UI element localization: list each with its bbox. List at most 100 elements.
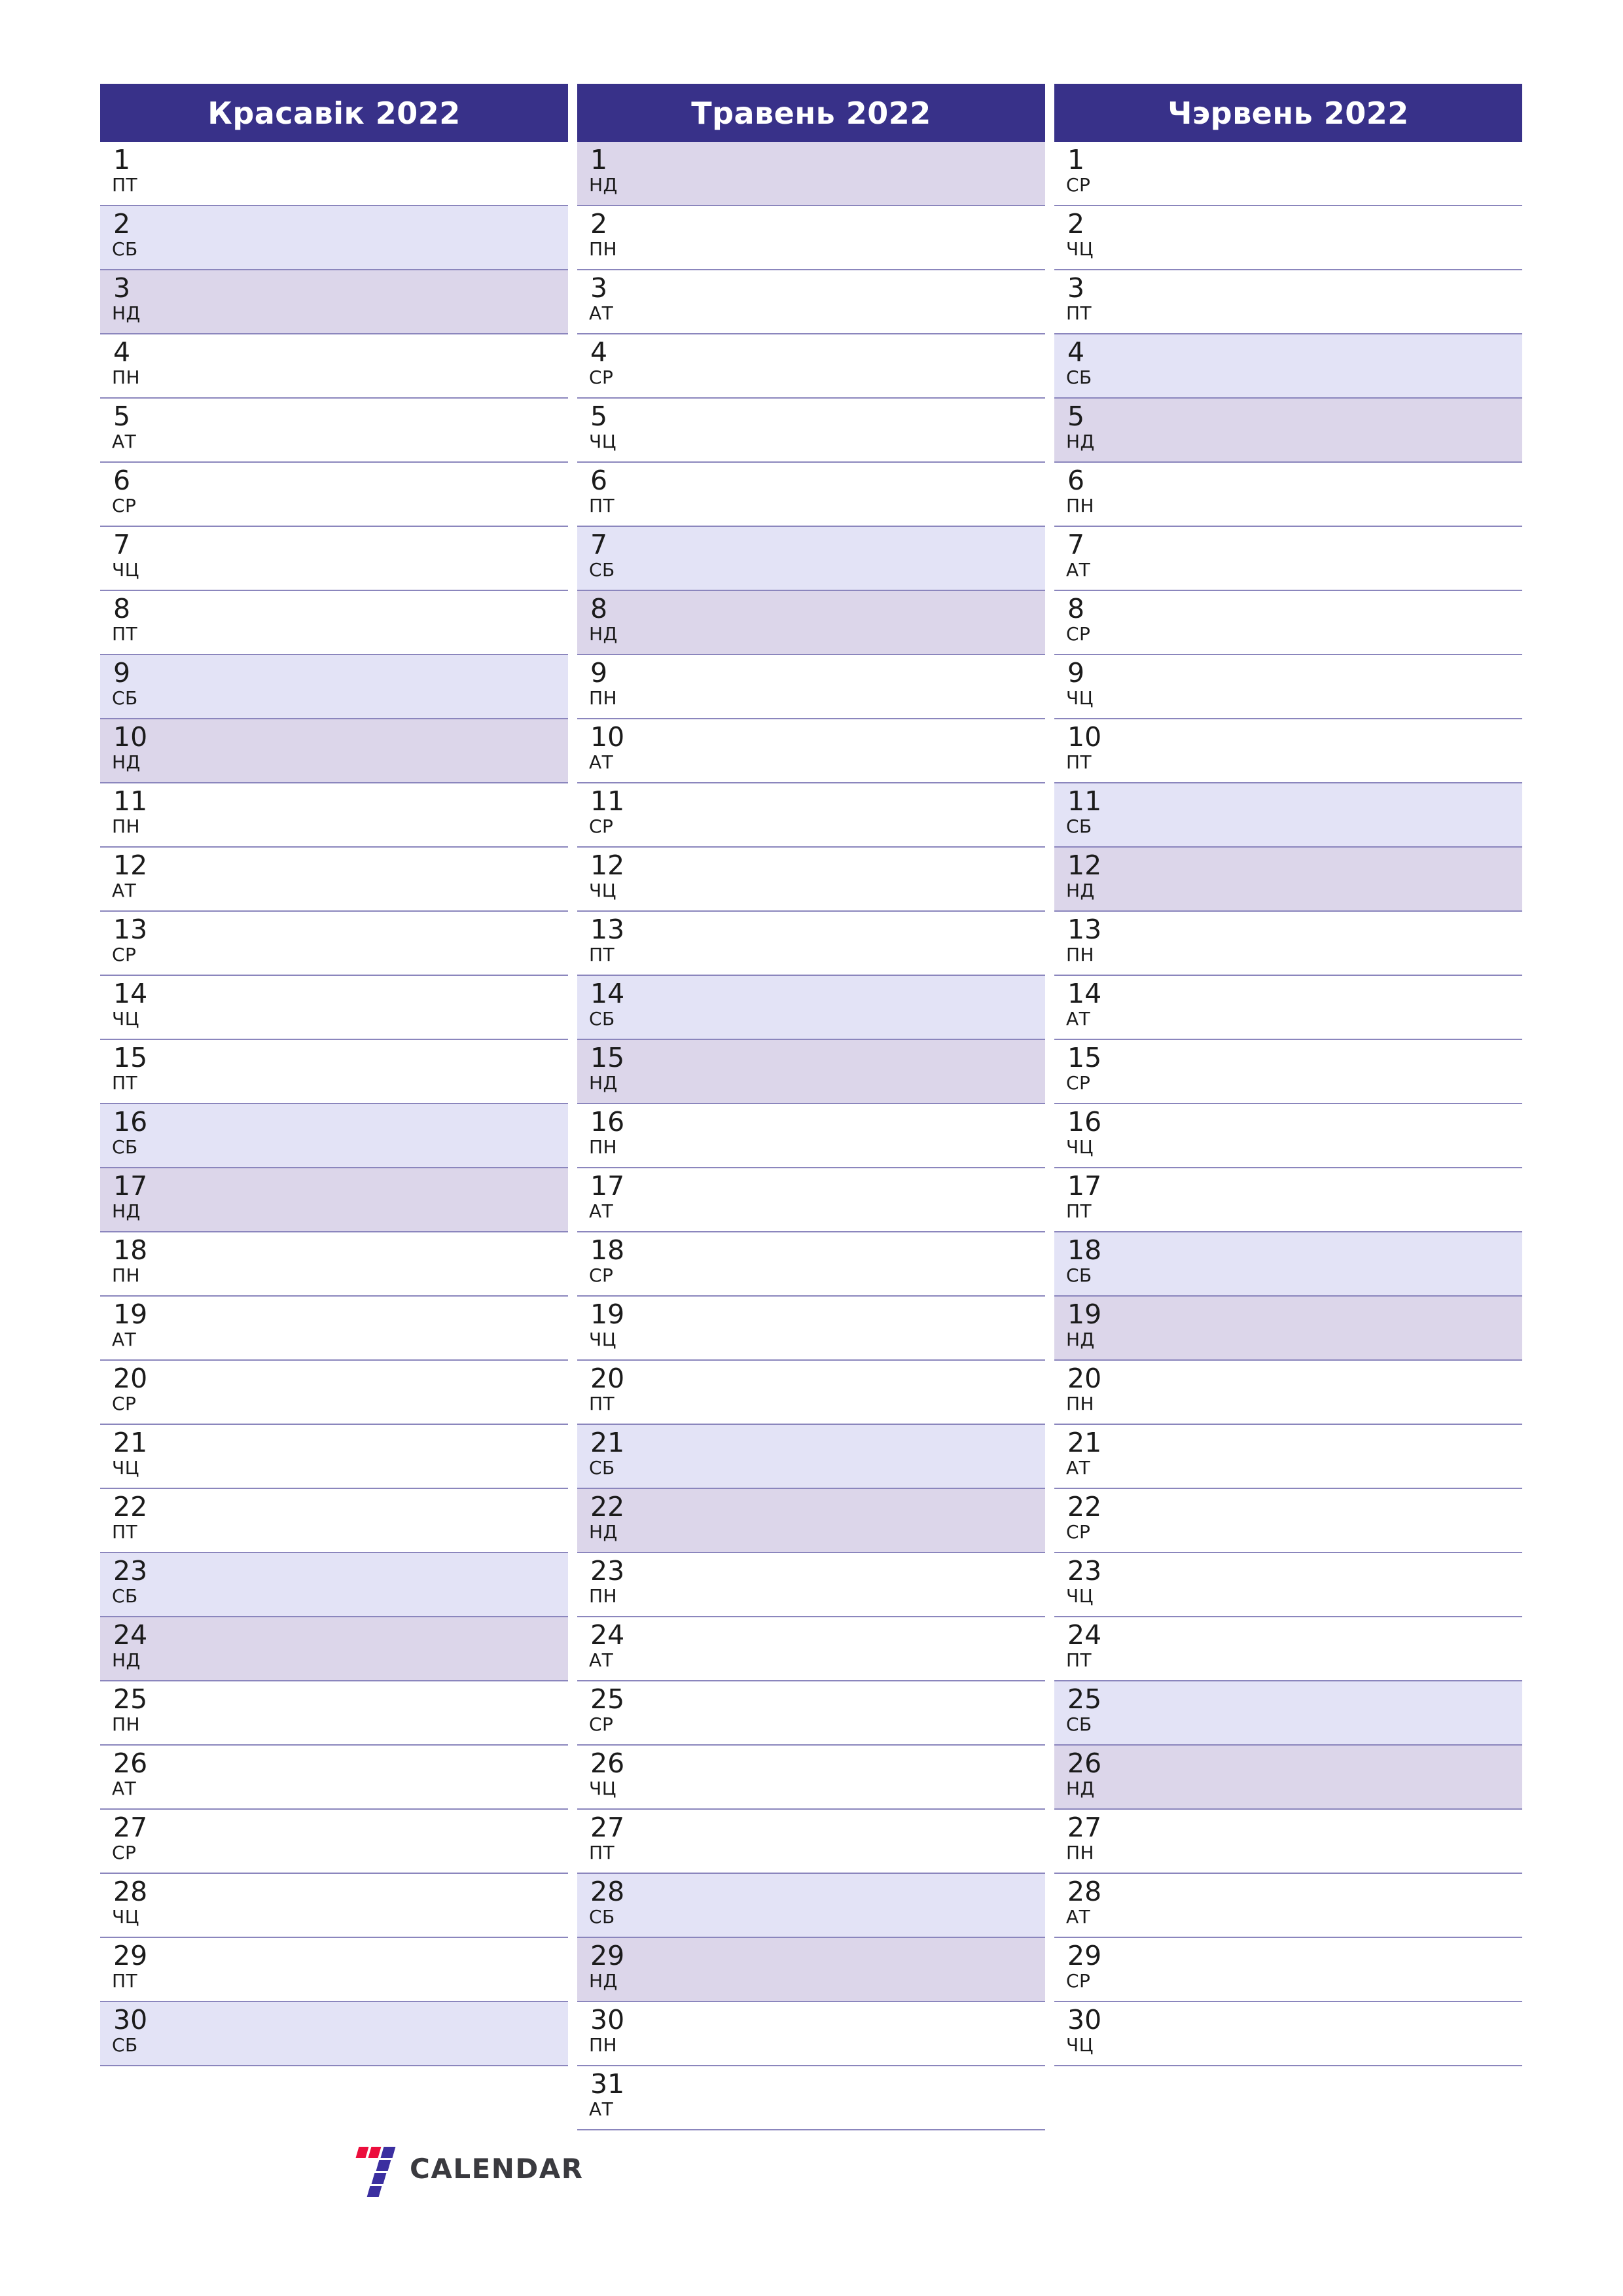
day-row[interactable]: 18 СБ (1054, 1232, 1522, 1297)
day-weekday: ПТ (1066, 302, 1092, 324)
day-row[interactable]: 11 СБ (1054, 783, 1522, 848)
day-row[interactable]: 8 ПТ (100, 591, 568, 655)
day-row[interactable]: 2 ПН (577, 206, 1045, 270)
day-row[interactable]: 27 СР (100, 1810, 568, 1874)
day-row[interactable]: 7 ЧЦ (100, 527, 568, 591)
day-row[interactable]: 17 АТ (577, 1168, 1045, 1232)
day-row[interactable]: 14 АТ (1054, 976, 1522, 1040)
day-row[interactable]: 7 АТ (1054, 527, 1522, 591)
day-row[interactable]: 15 НД (577, 1040, 1045, 1104)
day-row[interactable]: 5 АТ (100, 399, 568, 463)
day-row[interactable]: 16 ЧЦ (1054, 1104, 1522, 1168)
day-number: 30 (113, 2004, 148, 2036)
day-row[interactable]: 16 ПН (577, 1104, 1045, 1168)
day-row[interactable]: 26 ЧЦ (577, 1746, 1045, 1810)
day-number: 2 (1067, 208, 1085, 240)
day-row[interactable]: 12 НД (1054, 848, 1522, 912)
day-row[interactable]: 18 СР (577, 1232, 1045, 1297)
day-row[interactable]: 17 НД (100, 1168, 568, 1232)
day-row[interactable]: 19 НД (1054, 1297, 1522, 1361)
day-row[interactable]: 10 ПТ (1054, 719, 1522, 783)
day-number: 24 (1067, 1619, 1102, 1651)
day-row[interactable]: 2 СБ (100, 206, 568, 270)
day-row[interactable]: 10 АТ (577, 719, 1045, 783)
day-row[interactable]: 20 ПТ (577, 1361, 1045, 1425)
day-row[interactable]: 5 ЧЦ (577, 399, 1045, 463)
day-row[interactable]: 20 СР (100, 1361, 568, 1425)
day-row[interactable]: 28 ЧЦ (100, 1874, 568, 1938)
day-row[interactable]: 8 НД (577, 591, 1045, 655)
day-row[interactable]: 12 ЧЦ (577, 848, 1045, 912)
day-row[interactable]: 25 ПН (100, 1681, 568, 1746)
day-row[interactable]: 24 ПТ (1054, 1617, 1522, 1681)
day-row[interactable]: 6 ПТ (577, 463, 1045, 527)
day-number: 21 (1067, 1427, 1102, 1458)
day-row[interactable]: 19 ЧЦ (577, 1297, 1045, 1361)
day-row[interactable]: 30 ПН (577, 2002, 1045, 2066)
day-weekday: ПТ (589, 495, 615, 516)
day-row[interactable]: 1 ПТ (100, 142, 568, 206)
day-row[interactable]: 16 СБ (100, 1104, 568, 1168)
day-row[interactable]: 26 АТ (100, 1746, 568, 1810)
day-row[interactable]: 21 СБ (577, 1425, 1045, 1489)
day-row[interactable]: 7 СБ (577, 527, 1045, 591)
day-row[interactable]: 25 СБ (1054, 1681, 1522, 1746)
day-row[interactable]: 4 ПН (100, 334, 568, 399)
day-row[interactable]: 8 СР (1054, 591, 1522, 655)
day-row[interactable]: 6 ПН (1054, 463, 1522, 527)
day-row[interactable]: 9 СБ (100, 655, 568, 719)
day-row[interactable]: 24 НД (100, 1617, 568, 1681)
day-row[interactable]: 1 НД (577, 142, 1045, 206)
day-row[interactable]: 30 ЧЦ (1054, 2002, 1522, 2066)
day-row[interactable]: 15 СР (1054, 1040, 1522, 1104)
day-row[interactable]: 31 АТ (577, 2066, 1045, 2130)
day-row[interactable]: 29 ПТ (100, 1938, 568, 2002)
day-row[interactable]: 14 СБ (577, 976, 1045, 1040)
day-row[interactable]: 1 СР (1054, 142, 1522, 206)
day-row[interactable]: 6 СР (100, 463, 568, 527)
day-row[interactable]: 22 ПТ (100, 1489, 568, 1553)
day-row[interactable]: 22 СР (1054, 1489, 1522, 1553)
day-row[interactable]: 11 СР (577, 783, 1045, 848)
day-row[interactable]: 18 ПН (100, 1232, 568, 1297)
day-row[interactable]: 13 ПН (1054, 912, 1522, 976)
day-row[interactable]: 10 НД (100, 719, 568, 783)
day-row[interactable]: 23 ПН (577, 1553, 1045, 1617)
day-row[interactable]: 29 СР (1054, 1938, 1522, 2002)
day-row[interactable]: 27 ПТ (577, 1810, 1045, 1874)
day-row[interactable]: 24 АТ (577, 1617, 1045, 1681)
day-row[interactable]: 4 СБ (1054, 334, 1522, 399)
day-row[interactable]: 5 НД (1054, 399, 1522, 463)
day-row[interactable]: 13 ПТ (577, 912, 1045, 976)
day-row[interactable]: 29 НД (577, 1938, 1045, 2002)
day-row[interactable]: 28 АТ (1054, 1874, 1522, 1938)
day-row[interactable]: 3 АТ (577, 270, 1045, 334)
day-row[interactable]: 14 ЧЦ (100, 976, 568, 1040)
day-row[interactable]: 3 НД (100, 270, 568, 334)
day-row[interactable]: 21 АТ (1054, 1425, 1522, 1489)
day-row[interactable]: 20 ПН (1054, 1361, 1522, 1425)
day-row[interactable]: 26 НД (1054, 1746, 1522, 1810)
day-row[interactable]: 2 ЧЦ (1054, 206, 1522, 270)
day-row[interactable]: 11 ПН (100, 783, 568, 848)
day-row[interactable]: 9 ЧЦ (1054, 655, 1522, 719)
day-row[interactable]: 22 НД (577, 1489, 1045, 1553)
day-row[interactable]: 12 АТ (100, 848, 568, 912)
day-row[interactable]: 4 СР (577, 334, 1045, 399)
day-row[interactable]: 30 СБ (100, 2002, 568, 2066)
day-row[interactable]: 15 ПТ (100, 1040, 568, 1104)
day-row[interactable]: 23 СБ (100, 1553, 568, 1617)
day-number: 11 (590, 785, 625, 817)
day-row[interactable]: 27 ПН (1054, 1810, 1522, 1874)
day-row[interactable]: 3 ПТ (1054, 270, 1522, 334)
day-row[interactable]: 25 СР (577, 1681, 1045, 1746)
day-row[interactable]: 23 ЧЦ (1054, 1553, 1522, 1617)
day-row[interactable]: 19 АТ (100, 1297, 568, 1361)
day-row[interactable]: 9 ПН (577, 655, 1045, 719)
day-weekday: ЧЦ (589, 1329, 616, 1350)
day-row[interactable]: 28 СБ (577, 1874, 1045, 1938)
day-row[interactable]: 13 СР (100, 912, 568, 976)
day-row[interactable]: 21 ЧЦ (100, 1425, 568, 1489)
day-weekday: НД (589, 174, 618, 196)
day-row[interactable]: 17 ПТ (1054, 1168, 1522, 1232)
